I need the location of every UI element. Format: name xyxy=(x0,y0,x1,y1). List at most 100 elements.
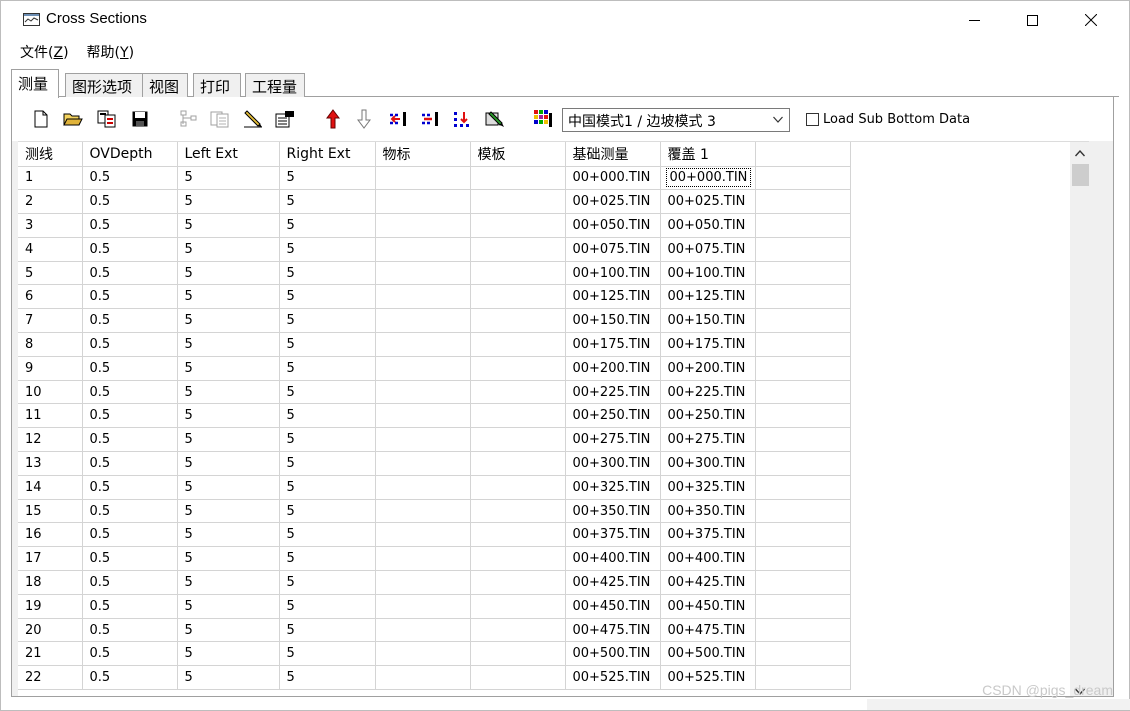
table-cell[interactable]: 5 xyxy=(279,451,376,476)
table-cell[interactable]: 00+050.TIN xyxy=(565,213,661,238)
table-cell[interactable] xyxy=(755,641,851,667)
tab-print[interactable]: 打印 xyxy=(193,73,241,97)
table-cell[interactable]: 00+375.TIN xyxy=(660,522,756,548)
table-cell[interactable]: 00+200.TIN xyxy=(660,356,756,381)
table-cell[interactable]: 00+300.TIN xyxy=(565,451,661,476)
save-button[interactable] xyxy=(129,108,151,130)
table-cell[interactable]: 0.5 xyxy=(82,237,178,262)
table-row[interactable]: 9 0.5 5 5 00+200.TIN 00+200.TIN xyxy=(18,356,851,381)
table-cell[interactable]: 18 xyxy=(18,570,83,595)
table-cell[interactable]: 0.5 xyxy=(82,427,178,453)
table-cell[interactable] xyxy=(375,356,471,381)
table-cell[interactable]: 5 xyxy=(279,284,376,310)
table-cell[interactable]: 5 xyxy=(279,380,376,405)
minimize-button[interactable] xyxy=(946,1,1002,39)
table-cell[interactable] xyxy=(375,665,471,691)
table-cell[interactable]: 00+525.TIN xyxy=(565,665,661,691)
table-cell[interactable]: 5 xyxy=(177,166,280,191)
table-cell[interactable] xyxy=(470,284,566,310)
table-cell[interactable] xyxy=(755,261,851,286)
scroll-thumb[interactable] xyxy=(1072,164,1089,186)
tab-survey[interactable]: 测量 xyxy=(11,69,59,98)
table-row[interactable]: 5 0.5 5 5 00+100.TIN 00+100.TIN xyxy=(18,261,851,286)
table-cell[interactable]: 10 xyxy=(18,380,83,405)
table-cell[interactable]: 0.5 xyxy=(82,522,178,548)
table-cell[interactable] xyxy=(470,641,566,667)
table-row[interactable]: 4 0.5 5 5 00+075.TIN 00+075.TIN xyxy=(18,237,851,262)
table-row[interactable]: 14 0.5 5 5 00+325.TIN 00+325.TIN xyxy=(18,475,851,500)
table-row[interactable]: 22 0.5 5 5 00+525.TIN 00+525.TIN xyxy=(18,665,851,691)
table-cell[interactable] xyxy=(470,618,566,643)
column-header[interactable]: Left Ext xyxy=(177,142,280,167)
table-cell[interactable]: 5 xyxy=(18,261,83,286)
table-cell[interactable] xyxy=(755,332,851,357)
table-cell[interactable] xyxy=(470,522,566,548)
table-cell[interactable]: 00+400.TIN xyxy=(565,546,661,572)
table-cell[interactable]: 00+325.TIN xyxy=(660,475,756,500)
table-cell[interactable]: 5 xyxy=(177,570,280,595)
table-cell[interactable]: 12 xyxy=(18,427,83,453)
table-cell[interactable] xyxy=(755,475,851,500)
table-cell[interactable] xyxy=(375,284,471,310)
table-cell[interactable]: 00+450.TIN xyxy=(660,594,756,619)
table-cell[interactable]: 22 xyxy=(18,665,83,691)
vertical-scrollbar[interactable] xyxy=(1070,142,1089,696)
table-cell[interactable] xyxy=(375,166,471,191)
table-row[interactable]: 18 0.5 5 5 00+425.TIN 00+425.TIN xyxy=(18,570,851,595)
table-cell[interactable] xyxy=(375,451,471,476)
table-cell[interactable] xyxy=(755,189,851,215)
mode-select[interactable]: 中国模式1 / 边坡模式 3 xyxy=(562,108,790,132)
table-cell[interactable] xyxy=(375,332,471,357)
table-cell[interactable] xyxy=(375,427,471,453)
table-cell[interactable]: 8 xyxy=(18,332,83,357)
table-cell[interactable] xyxy=(470,237,566,262)
column-header[interactable]: 物标 xyxy=(375,142,471,167)
properties-button[interactable] xyxy=(274,108,296,130)
load-sub-bottom-checkbox[interactable] xyxy=(806,113,819,126)
column-header[interactable]: 基础测量 xyxy=(565,142,661,167)
table-cell[interactable] xyxy=(470,356,566,381)
table-cell[interactable]: 00+400.TIN xyxy=(660,546,756,572)
table-row[interactable]: 20 0.5 5 5 00+475.TIN 00+475.TIN xyxy=(18,618,851,643)
import-button[interactable] xyxy=(96,108,118,130)
table-cell[interactable]: 5 xyxy=(279,189,376,215)
table-cell[interactable]: 0.5 xyxy=(82,475,178,500)
table-cell[interactable]: 5 xyxy=(279,618,376,643)
table-cell[interactable]: 0.5 xyxy=(82,594,178,619)
table-cell[interactable]: 00+350.TIN xyxy=(660,499,756,524)
move-down-button[interactable] xyxy=(353,108,375,130)
table-cell[interactable]: 5 xyxy=(177,665,280,691)
table-cell[interactable] xyxy=(375,475,471,500)
table-cell[interactable]: 0.5 xyxy=(82,166,178,191)
table-cell[interactable] xyxy=(755,308,851,334)
scroll-up-button[interactable] xyxy=(1073,147,1087,159)
table-cell[interactable] xyxy=(755,522,851,548)
table-cell[interactable]: 5 xyxy=(177,475,280,500)
table-cell[interactable]: 00+275.TIN xyxy=(660,427,756,453)
table-cell[interactable]: 5 xyxy=(279,665,376,691)
table-cell[interactable]: 00+425.TIN xyxy=(660,570,756,595)
table-row[interactable]: 21 0.5 5 5 00+500.TIN 00+500.TIN xyxy=(18,641,851,667)
table-row[interactable]: 13 0.5 5 5 00+300.TIN 00+300.TIN xyxy=(18,451,851,476)
table-cell[interactable]: 5 xyxy=(177,427,280,453)
table-cell[interactable] xyxy=(470,189,566,215)
table-cell[interactable]: 5 xyxy=(177,403,280,429)
table-cell[interactable] xyxy=(375,499,471,524)
table-cell[interactable]: 5 xyxy=(177,213,280,238)
menu-file[interactable]: 文件(Z) xyxy=(20,42,69,62)
table-cell[interactable] xyxy=(470,308,566,334)
table-cell[interactable]: 15 xyxy=(18,499,83,524)
table-cell[interactable] xyxy=(375,237,471,262)
table-cell[interactable]: 13 xyxy=(18,451,83,476)
table-cell[interactable]: 11 xyxy=(18,403,83,429)
table-cell[interactable]: 5 xyxy=(279,237,376,262)
table-cell[interactable]: 17 xyxy=(18,546,83,572)
table-cell[interactable]: 00+000.TIN xyxy=(565,166,661,191)
table-cell[interactable] xyxy=(375,594,471,619)
table-cell[interactable] xyxy=(755,499,851,524)
maximize-button[interactable] xyxy=(1004,1,1060,39)
table-cell[interactable]: 00+175.TIN xyxy=(565,332,661,357)
table-row[interactable]: 1 0.5 5 5 00+000.TIN 00+000.TIN xyxy=(18,166,851,191)
table-cell[interactable]: 5 xyxy=(177,546,280,572)
close-button[interactable] xyxy=(1063,1,1119,39)
